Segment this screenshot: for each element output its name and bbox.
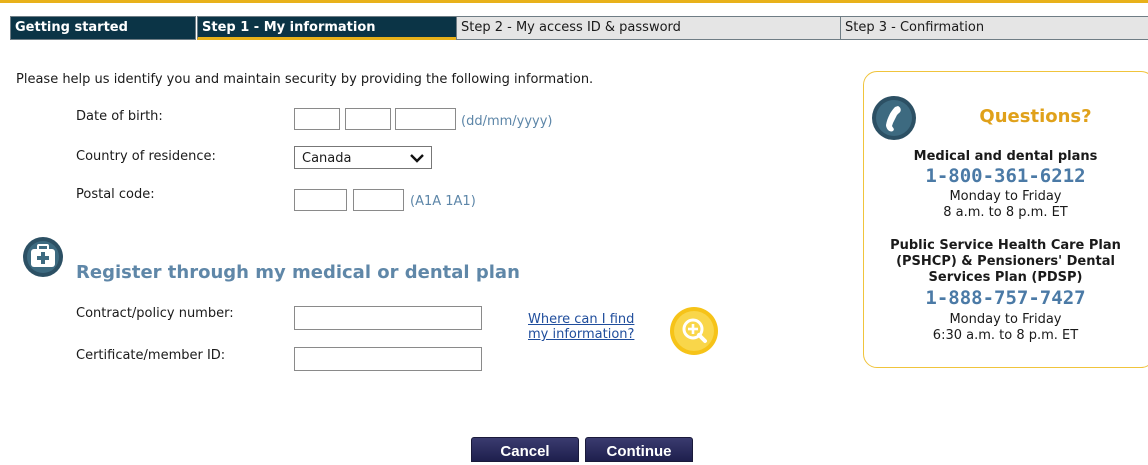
- pshcp-heading-line1: Public Service Health Care Plan: [890, 238, 1121, 253]
- medical-phone-number: 1-800-361-6212: [925, 165, 1086, 187]
- medical-hours: 8 a.m. to 8 p.m. ET: [943, 205, 1068, 220]
- pshcp-heading-line2: (PSHCP) & Pensioners' Dental: [896, 254, 1115, 269]
- pshcp-heading-line3: Services Plan (PDSP): [928, 270, 1083, 285]
- cancel-button[interactable]: Cancel: [471, 437, 579, 462]
- country-select[interactable]: Canada: [294, 146, 432, 169]
- country-selected-value: Canada: [302, 151, 352, 166]
- contract-label: Contract/policy number:: [76, 306, 234, 321]
- continue-button[interactable]: Continue: [585, 437, 693, 462]
- certificate-id-input[interactable]: [294, 347, 482, 371]
- dob-month-input[interactable]: [345, 108, 391, 130]
- questions-heading: Questions?: [979, 106, 1092, 127]
- medical-kit-icon: [23, 237, 63, 277]
- dob-day-input[interactable]: [294, 108, 340, 130]
- dob-label: Date of birth:: [76, 109, 163, 124]
- postal-format-hint: (A1A 1A1): [410, 194, 476, 209]
- certificate-label: Certificate/member ID:: [76, 348, 226, 363]
- dob-format-hint: (dd/mm/yyyy): [461, 114, 553, 129]
- dob-year-input[interactable]: [395, 108, 456, 130]
- postal-part2-input[interactable]: [353, 189, 404, 211]
- postal-part1-input[interactable]: [294, 189, 347, 211]
- step-access-id-password: Step 2 - My access ID & password: [456, 16, 841, 40]
- register-plan-heading: Register through my medical or dental pl…: [76, 262, 520, 283]
- pshcp-days: Monday to Friday: [949, 312, 1062, 327]
- contract-number-input[interactable]: [294, 306, 482, 330]
- medical-days: Monday to Friday: [949, 189, 1062, 204]
- intro-text: Please help us identify you and maintain…: [16, 72, 594, 87]
- country-label: Country of residence:: [76, 149, 216, 164]
- progress-steps: Getting started Step 1 - My information …: [10, 16, 1148, 40]
- magnifier-plus-icon[interactable]: [668, 305, 720, 357]
- step-my-information: Step 1 - My information: [197, 16, 457, 40]
- postal-label: Postal code:: [76, 187, 155, 202]
- find-link-line2: my information?: [528, 327, 635, 342]
- pshcp-hours: 6:30 a.m. to 8 p.m. ET: [932, 328, 1079, 343]
- step-getting-started: Getting started: [10, 16, 196, 40]
- medical-plans-heading: Medical and dental plans: [913, 149, 1098, 164]
- top-accent-line: [0, 0, 1148, 3]
- chevron-down-icon: [410, 154, 424, 163]
- step-confirmation: Step 3 - Confirmation: [840, 16, 1148, 40]
- find-information-link[interactable]: Where can I find my information?: [528, 312, 658, 342]
- pshcp-phone-number: 1-888-757-7427: [925, 287, 1086, 309]
- find-link-line1: Where can I find: [528, 312, 635, 327]
